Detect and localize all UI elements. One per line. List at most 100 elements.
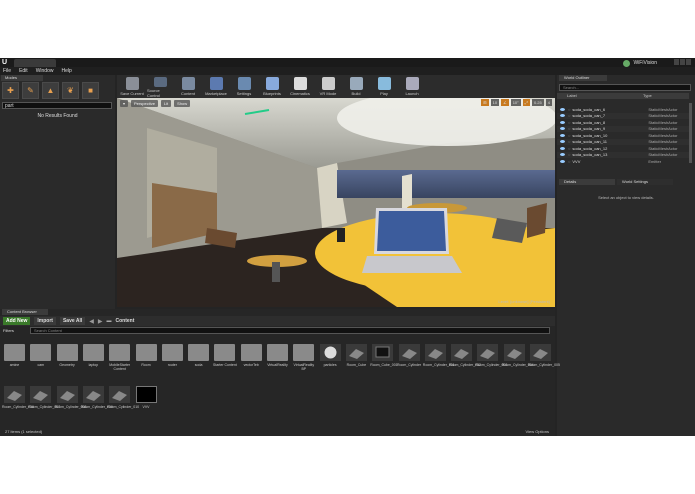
asset-tile[interactable]: Room_Cylinder_001 [423,344,455,382]
scale-snap-icon[interactable]: ⤢ [522,99,530,106]
toolbar-button-play[interactable]: Play [371,75,397,98]
type-column-header[interactable]: Type [643,93,652,99]
camera-speed-value[interactable]: 4 [545,99,552,106]
asset-tile[interactable]: laptop [81,344,106,382]
outliner-row[interactable]: ◌ soda_soda_can_9 StaticMeshActor [557,125,689,132]
visibility-eye-icon[interactable] [560,127,565,131]
asset-tile[interactable]: soda [186,344,211,382]
asset-tile[interactable]: Room_Cube [344,344,369,382]
outliner-row[interactable]: ◌ soda_soda_can_11 StaticMeshActor [557,138,689,145]
toolbar-button-launch[interactable]: Launch [399,75,425,98]
outliner-search-input[interactable]: Search... [559,84,691,91]
visibility-eye-icon[interactable] [560,159,565,163]
visibility-eye-icon[interactable] [560,140,565,144]
outliner-row[interactable]: ◌ soda_soda_can_10 StaticMeshActor [557,132,689,139]
viewport-options-button[interactable]: ▾ [120,99,129,107]
menu-help[interactable]: Help [61,67,71,75]
content-browser-tab[interactable]: Content Browser [2,309,48,315]
user-account[interactable]: WiFiVision [623,59,657,67]
asset-tile[interactable]: Room_Cylinder [397,344,422,382]
project-tab[interactable] [14,59,56,67]
perspective-button[interactable]: Perspective [131,99,158,107]
toolbar-button-settings[interactable]: Settings [231,75,257,98]
show-button[interactable]: Show [174,99,191,107]
toolbar-button-content[interactable]: Content [175,75,201,98]
world-settings-tab[interactable]: World Settings [617,179,673,185]
asset-tile[interactable]: Room_Cylinder_003 [475,344,507,382]
history-back-icon[interactable]: ◀ [89,318,94,325]
asset-tile[interactable]: vectorTeb [239,344,264,382]
history-forward-icon[interactable]: ▶ [98,318,103,325]
content-search-input[interactable]: Search Content [30,327,550,334]
asset-tile[interactable]: amine [2,344,27,382]
visibility-eye-icon[interactable] [560,146,565,150]
geometry-mode-icon[interactable]: ■ [82,82,99,99]
outliner-scrollbar[interactable] [689,103,692,163]
asset-tile[interactable]: MobileStarter Content [107,344,132,382]
lit-button[interactable]: Lit [160,99,172,107]
menu-file[interactable]: File [3,67,11,75]
asset-tile[interactable]: Room_Cylinder_002 [449,344,481,382]
asset-tile[interactable]: cam [28,344,53,382]
visibility-eye-icon[interactable] [560,114,565,118]
outliner-row[interactable]: ◌ soda_soda_can_8 StaticMeshActor [557,119,689,126]
landscape-mode-icon[interactable]: ▲ [42,82,59,99]
place-mode-icon[interactable]: ✚ [2,82,19,99]
level-viewport[interactable]: ▾ Perspective Lit Show ⊞ 10 ∠ 10° ⤢ 0.25… [117,98,555,307]
label-column-header[interactable]: Label [557,93,643,99]
import-button[interactable]: Import [34,317,56,325]
rotate-snap-value[interactable]: 10° [510,99,521,106]
asset-tile[interactable]: Room_Cylinder_004 [502,344,534,382]
asset-tile[interactable]: Room_Cylinder_007 [28,386,60,424]
asset-tile[interactable]: Room_Cylinder_008 [55,386,87,424]
toolbar-button-source-control[interactable]: Source Control [147,75,173,98]
toolbar-button-vr[interactable]: VR Mode [315,75,341,98]
paint-mode-icon[interactable]: ✎ [22,82,39,99]
toolbar-button-save[interactable]: Save Current [119,75,145,98]
asset-tile[interactable]: Starter Content [212,344,237,382]
toolbar-button-build[interactable]: Build [343,75,369,98]
modes-tab[interactable]: Modes [1,75,43,81]
outliner-row[interactable]: ◌ VVV Emitter [557,158,689,165]
visibility-eye-icon[interactable] [560,107,565,111]
add-new-button[interactable]: Add New [3,317,31,325]
grid-snap-value[interactable]: 10 [490,99,500,106]
close-icon[interactable] [686,59,691,65]
asset-tile[interactable]: VirtualReality [265,344,290,382]
world-outliner-tab[interactable]: World Outliner [559,75,607,81]
toolbar-button-cinematics[interactable]: Cinematics [287,75,313,98]
rotate-snap-icon[interactable]: ∠ [501,99,509,106]
save-all-button[interactable]: Save All [59,317,86,325]
asset-tile[interactable]: Room_Cylinder_009 [81,386,113,424]
outliner-row[interactable]: ◌ soda_soda_can_6 StaticMeshActor [557,106,689,113]
outliner-row[interactable]: ◌ soda_soda_can_12 StaticMeshActor [557,145,689,152]
menu-window[interactable]: Window [36,67,54,75]
maximize-icon[interactable] [680,59,685,65]
foliage-mode-icon[interactable]: ❦ [62,82,79,99]
visibility-eye-icon[interactable] [560,120,565,124]
asset-tile[interactable]: Geometry [55,344,80,382]
path-breadcrumb[interactable]: Content [115,318,134,324]
filters-button[interactable]: Filters [3,328,14,333]
menu-edit[interactable]: Edit [19,67,28,75]
toolbar-button-marketplace[interactable]: Marketplace [203,75,229,98]
details-tab[interactable]: Details [559,179,615,185]
asset-tile[interactable]: particles [318,344,343,382]
content-view-options[interactable]: View Options [526,428,550,436]
asset-tile[interactable]: Room_Cylinder_005 [528,344,560,382]
asset-tile[interactable]: router [160,344,185,382]
asset-tile[interactable]: Room_Cube_001 [370,344,398,382]
modes-search-input[interactable]: part [2,102,112,109]
scale-snap-value[interactable]: 0.25 [531,99,544,106]
asset-tile[interactable]: VirtualReality BP [291,344,316,382]
minimize-icon[interactable] [674,59,679,65]
asset-tile[interactable]: Room_Cylinder_010 [107,386,139,424]
outliner-row[interactable]: ◌ soda_soda_can_7 StaticMeshActor [557,112,689,119]
visibility-eye-icon[interactable] [560,133,565,137]
outliner-row[interactable]: ◌ soda_soda_can_13 StaticMeshActor [557,151,689,158]
toolbar-button-blueprints[interactable]: Blueprints [259,75,285,98]
visibility-eye-icon[interactable] [560,153,565,157]
asset-tile[interactable]: VVV [134,386,159,424]
asset-tile[interactable]: Room_Cylinder_006 [2,386,34,424]
asset-tile[interactable]: Room [134,344,159,382]
